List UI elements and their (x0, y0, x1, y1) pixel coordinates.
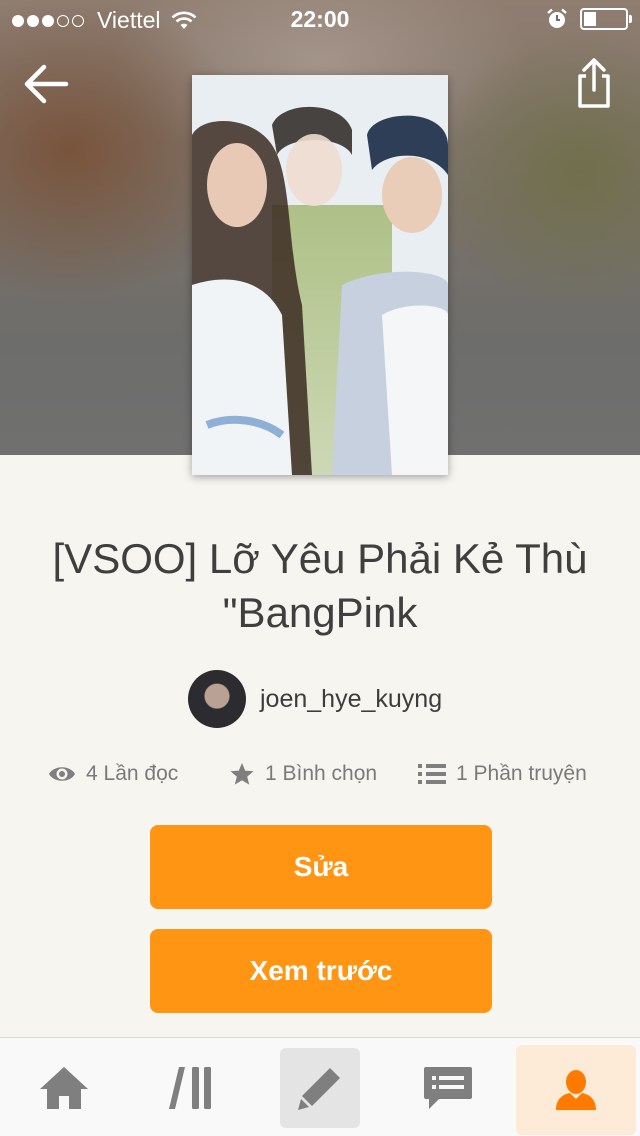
story-cover-image[interactable] (192, 75, 448, 475)
messages-icon (424, 1066, 472, 1109)
status-time: 22:00 (290, 6, 350, 32)
home-icon (40, 1066, 88, 1109)
profile-icon (556, 1069, 596, 1110)
battery-icon (580, 8, 632, 30)
tab-messages[interactable] (398, 1038, 498, 1136)
author-avatar[interactable] (188, 670, 246, 728)
library-icon (169, 1066, 211, 1109)
status-bar: Viettel 22:00 (0, 0, 640, 40)
parts-count: 1 Phần truyện (456, 762, 587, 785)
story-stats: 4 Lần đọc 1 Bình chọn 1 Phần truyện (0, 762, 640, 794)
stat-votes: 1 Bình chọn (229, 762, 377, 786)
pencil-icon (298, 1067, 340, 1110)
tab-library[interactable] (142, 1038, 242, 1136)
votes-count: 1 Bình chọn (265, 762, 378, 785)
author-row[interactable]: joen_hye_kuyng (188, 670, 442, 728)
tab-profile-highlight (516, 1044, 636, 1135)
status-right (546, 8, 632, 30)
arrow-left-icon (24, 64, 69, 104)
eye-icon (49, 767, 75, 781)
tab-profile[interactable] (516, 1038, 636, 1136)
star-icon (230, 763, 254, 785)
tab-write[interactable] (280, 1038, 360, 1136)
alarm-icon (547, 8, 567, 28)
tab-bar (0, 1037, 640, 1136)
edit-button[interactable]: Sửa (150, 825, 492, 909)
tab-write-highlight (280, 1047, 360, 1128)
tab-home[interactable] (14, 1038, 114, 1136)
share-button[interactable] (572, 56, 616, 110)
reads-count: 4 Lần đọc (86, 762, 179, 785)
share-icon (578, 58, 610, 108)
back-button[interactable] (22, 62, 70, 106)
author-name[interactable]: joen_hye_kuyng (260, 685, 442, 714)
stat-parts: 1 Phần truyện (418, 762, 587, 786)
list-icon (418, 764, 446, 784)
stat-reads: 4 Lần đọc (48, 762, 178, 786)
preview-button[interactable]: Xem trước (150, 929, 492, 1013)
story-title: [VSOO] Lỡ Yêu Phải Kẻ Thù "BangPink (52, 535, 588, 636)
